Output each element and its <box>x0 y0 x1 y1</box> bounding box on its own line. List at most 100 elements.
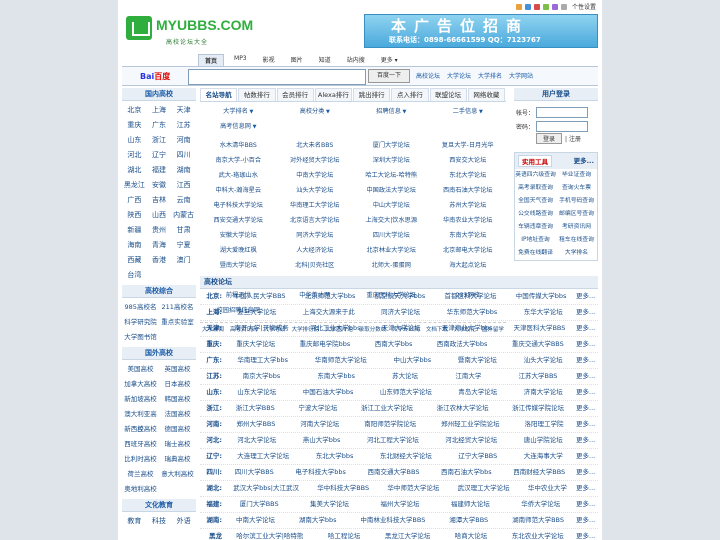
forum-region[interactable]: 辽宁: <box>200 449 224 464</box>
forum-link[interactable]: 中国传媒大学bbs <box>516 289 567 304</box>
forum-region[interactable]: 四川: <box>200 465 224 480</box>
directory-link[interactable]: 上海交大|饮水思源 <box>353 213 430 228</box>
forum-link[interactable]: 东北农业大学论坛 <box>512 529 564 540</box>
forum-link[interactable]: 福建师大论坛 <box>451 497 490 512</box>
region-link[interactable]: 河南 <box>171 133 196 148</box>
forum-link[interactable]: 中国石油大学bbs <box>303 385 354 400</box>
region-link[interactable]: 辽宁 <box>147 148 172 163</box>
login-button[interactable]: 登录 <box>536 133 563 144</box>
forum-link[interactable]: 华侨大学论坛 <box>521 497 560 512</box>
foreign-link[interactable]: 意大利高校 <box>159 467 196 482</box>
nav-images[interactable]: 图片 <box>285 54 309 66</box>
forum-link[interactable]: 西南政法大学bbs <box>437 337 488 352</box>
category-dropdown[interactable]: 高校分类 <box>277 104 354 119</box>
forum-link[interactable]: 湘潭大学BBS <box>449 513 488 528</box>
directory-tab[interactable]: 会员排行 <box>276 88 314 101</box>
forum-link[interactable]: 哈工程论坛 <box>328 529 361 540</box>
forum-more-link[interactable]: 更多... <box>576 289 598 304</box>
foreign-link[interactable]: 比利时高校 <box>122 452 159 467</box>
forum-region[interactable]: 天津: <box>200 321 224 336</box>
region-link[interactable]: 四川 <box>171 148 196 163</box>
region-link[interactable]: 北京 <box>122 103 147 118</box>
search-link[interactable]: 大学网站 <box>509 71 533 80</box>
forum-link[interactable]: 汕头大学论坛 <box>524 353 563 368</box>
tool-link[interactable]: 高考录取查询 <box>515 182 556 195</box>
foreign-link[interactable]: 英国高校 <box>159 362 196 377</box>
forum-region[interactable]: 山东: <box>200 385 224 400</box>
tool-link[interactable]: 英语四六级查询 <box>515 169 556 182</box>
foreign-link[interactable]: 澳大利亚高校 <box>122 407 159 433</box>
directory-link[interactable]: 西安交大论坛 <box>430 153 507 168</box>
region-link[interactable]: 河北 <box>122 148 147 163</box>
tool-link[interactable]: IP地址查询 <box>515 234 556 247</box>
category-dropdown[interactable]: 大学排名 <box>200 104 277 119</box>
forum-region[interactable]: 北京: <box>200 289 224 304</box>
forum-more-link[interactable]: 更多... <box>576 497 598 512</box>
forum-link[interactable]: 上海交大源来于此 <box>303 305 355 320</box>
directory-link[interactable]: 中山大学论坛 <box>353 198 430 213</box>
combined-link[interactable]: 985高校名 <box>122 300 159 315</box>
forum-link[interactable]: 重庆交通大学BBS <box>512 337 564 352</box>
directory-link[interactable]: 电子科技大学论坛 <box>200 198 277 213</box>
forum-link[interactable]: 河北大学论坛 <box>237 433 276 448</box>
region-link[interactable]: 贵州 <box>147 223 172 238</box>
region-link[interactable]: 湖南 <box>171 163 196 178</box>
forum-more-link[interactable]: 更多... <box>576 481 598 496</box>
tools-more-link[interactable]: 更多... <box>574 155 594 167</box>
forum-link[interactable]: 浙江大学BBS <box>236 401 275 416</box>
directory-link[interactable]: 南京大学-小百合 <box>200 153 277 168</box>
directory-link[interactable]: 厦门大学论坛 <box>353 138 430 153</box>
region-link[interactable]: 上海 <box>147 103 172 118</box>
forum-more-link[interactable]: 更多... <box>576 385 598 400</box>
forum-region[interactable]: 重庆: <box>200 337 224 352</box>
region-link[interactable]: 海南 <box>122 238 147 253</box>
forum-link[interactable]: 中山大学bbs <box>393 353 431 368</box>
settings-icon[interactable] <box>560 3 567 10</box>
forum-more-link[interactable]: 更多... <box>576 321 598 336</box>
forum-link[interactable]: 东北大学bbs <box>316 449 354 464</box>
personal-settings-link[interactable]: 个性设置 <box>572 2 596 11</box>
forum-link[interactable]: 电子科技大学bbs <box>295 465 346 480</box>
forum-more-link[interactable]: 更多... <box>576 305 598 320</box>
directory-link[interactable]: 安徽大学论坛 <box>200 228 277 243</box>
directory-tab[interactable]: 帖数排行 <box>238 88 276 101</box>
forum-link[interactable]: 济南大学论坛 <box>524 385 563 400</box>
forum-more-link[interactable]: 更多... <box>576 401 598 416</box>
forum-link[interactable]: 大连海事大学 <box>524 449 563 464</box>
forum-link[interactable]: 大连理工大学论坛 <box>237 449 289 464</box>
forum-region[interactable]: 福建: <box>200 497 224 512</box>
region-link[interactable]: 西藏 <box>122 253 147 268</box>
foreign-link[interactable]: 新西兰高校 <box>122 422 159 437</box>
directory-link[interactable]: 苏州大学论坛 <box>430 198 507 213</box>
directory-link[interactable]: 西安交通大学论坛 <box>200 213 277 228</box>
foreign-link[interactable]: 西班牙高校 <box>122 437 159 452</box>
region-link[interactable]: 山东 <box>122 133 147 148</box>
directory-link[interactable]: 复旦大学-日月光华 <box>430 138 507 153</box>
region-link[interactable]: 陕西 <box>122 208 147 223</box>
directory-link[interactable]: 汕头大学论坛 <box>277 183 354 198</box>
forum-link[interactable]: 浙江农林大学论坛 <box>437 401 489 416</box>
password-input[interactable] <box>536 120 588 132</box>
forum-link[interactable]: 中南林业科技大学BBS <box>360 513 425 528</box>
forum-link[interactable]: 华东师范大学bbs <box>447 305 498 320</box>
region-link[interactable]: 新疆 <box>122 223 147 238</box>
combined-link[interactable]: 重点实验室 <box>159 315 196 330</box>
foreign-link[interactable]: 法国高校 <box>159 407 196 422</box>
tool-link[interactable]: 租车在线查询 <box>556 234 597 247</box>
account-input[interactable] <box>536 106 588 118</box>
nav-home[interactable]: 首页 <box>198 54 225 66</box>
tool-link[interactable]: 邮编区号查询 <box>556 208 597 221</box>
search-link[interactable]: 大学排名 <box>478 71 502 80</box>
nav-mp3[interactable]: MP3 <box>228 54 253 66</box>
foreign-link[interactable]: 日本高校 <box>159 377 196 392</box>
forum-link[interactable]: 武汉大学bbs|大江武汉 <box>233 481 299 496</box>
forum-link[interactable]: 中国人民大学BBS <box>234 289 286 304</box>
directory-link[interactable]: 暨南大学论坛 <box>200 258 277 273</box>
directory-tab[interactable]: 名站导航 <box>200 88 238 101</box>
directory-link[interactable]: 东南大学论坛 <box>430 228 507 243</box>
nav-video[interactable]: 影视 <box>257 54 281 66</box>
nav-zhidao[interactable]: 知道 <box>313 54 337 66</box>
forum-link[interactable]: 河北工业大学bbs <box>310 321 361 336</box>
combined-link[interactable]: 211高校名 <box>159 300 196 315</box>
forum-link[interactable]: 山东大学论坛 <box>237 385 276 400</box>
